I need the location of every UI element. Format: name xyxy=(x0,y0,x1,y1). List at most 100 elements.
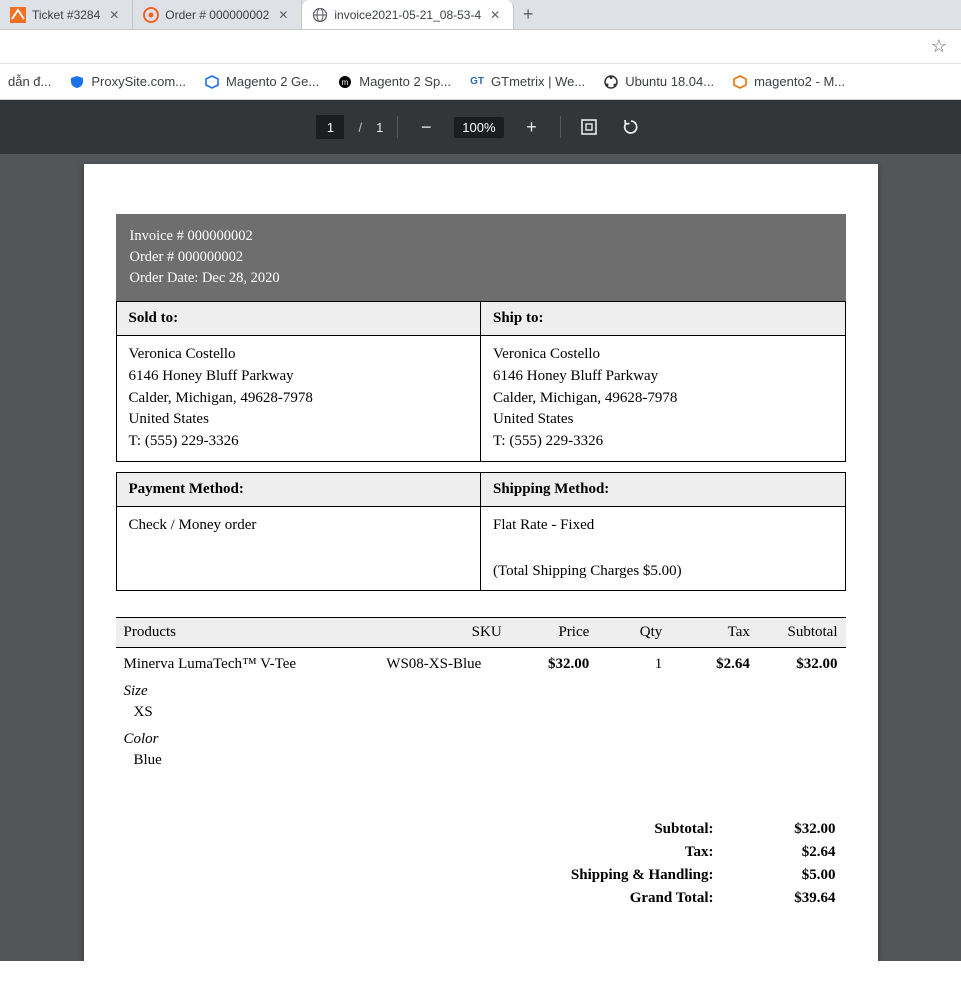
line-sku: WS08-XS-Blue xyxy=(378,648,509,778)
addr-city: Calder, Michigan, 49628-7978 xyxy=(129,388,469,410)
page-separator: / xyxy=(358,120,362,135)
ship-to-heading: Ship to: xyxy=(481,302,846,336)
line-qty: 1 xyxy=(597,648,670,778)
bookmark-label: Ubuntu 18.04... xyxy=(625,74,714,89)
addr-phone: T: (555) 229-3326 xyxy=(129,431,469,453)
pdf-toolbar: / 1 − 100% + xyxy=(0,100,961,154)
pdf-page: Invoice # 000000002 Order # 000000002 Or… xyxy=(84,164,878,961)
sold-to-heading: Sold to: xyxy=(116,302,481,336)
line-tax: $2.64 xyxy=(670,648,758,778)
bookmark-label: Magento 2 Sp... xyxy=(359,74,451,89)
dot-icon: m xyxy=(337,74,353,90)
line-items-table: Products SKU Price Qty Tax Subtotal Mine… xyxy=(116,617,846,777)
zoom-out-button[interactable]: − xyxy=(412,113,440,141)
line-subtotal: $32.00 xyxy=(758,648,846,778)
addr-phone: T: (555) 229-3326 xyxy=(493,431,833,453)
bookmark-item[interactable]: Magento 2 Ge... xyxy=(204,74,319,90)
shipping-method: Flat Rate - Fixed xyxy=(493,515,833,537)
svg-text:m: m xyxy=(342,78,349,87)
new-tab-button[interactable]: + xyxy=(514,0,542,29)
address-table: Sold to: Ship to: Veronica Costello 6146… xyxy=(116,301,846,462)
sold-to-address: Veronica Costello 6146 Honey Bluff Parkw… xyxy=(116,336,481,462)
bookmark-star-icon[interactable]: ☆ xyxy=(931,36,947,57)
order-date: Order Date: Dec 28, 2020 xyxy=(130,268,832,289)
rotate-button[interactable] xyxy=(617,113,645,141)
shipping-method-cell: Flat Rate - Fixed (Total Shipping Charge… xyxy=(481,506,846,591)
tab-label: Ticket #3284 xyxy=(32,8,100,22)
line-opt-value: XS xyxy=(134,704,371,721)
bookmark-item[interactable]: Ubuntu 18.04... xyxy=(603,74,714,90)
close-icon[interactable]: ✕ xyxy=(106,7,122,23)
line-opt-value: Blue xyxy=(134,752,371,769)
browser-toolbar: ☆ xyxy=(0,30,961,64)
pdf-viewer[interactable]: Invoice # 000000002 Order # 000000002 Or… xyxy=(0,154,961,961)
gt-icon: GT xyxy=(469,74,485,90)
grand-total-value: $39.64 xyxy=(724,888,844,909)
bookmarks-bar: dẫn đ... ProxySite.com... Magento 2 Ge..… xyxy=(0,64,961,100)
shipping-label: Shipping & Handling: xyxy=(118,865,722,886)
line-product: Minerva LumaTech™ V-Tee xyxy=(124,656,371,673)
ship-to-address: Veronica Costello 6146 Honey Bluff Parkw… xyxy=(481,336,846,462)
subtotal-value: $32.00 xyxy=(724,819,844,840)
tab-label: Order # 000000002 xyxy=(165,8,269,22)
bookmark-item[interactable]: GT GTmetrix | We... xyxy=(469,74,585,90)
tax-value: $2.64 xyxy=(724,842,844,863)
hex-icon xyxy=(732,74,748,90)
addr-name: Veronica Costello xyxy=(129,344,469,366)
close-icon[interactable]: ✕ xyxy=(487,7,503,23)
bookmark-label: magento2 - M... xyxy=(754,74,845,89)
shipping-heading: Shipping Method: xyxy=(481,472,846,506)
invoice-header: Invoice # 000000002 Order # 000000002 Or… xyxy=(116,214,846,301)
col-products: Products xyxy=(116,618,379,648)
browser-tab-0[interactable]: Ticket #3284 ✕ xyxy=(0,0,133,29)
invoice-number: Invoice # 000000002 xyxy=(130,226,832,247)
bottom-strip xyxy=(0,961,961,991)
col-tax: Tax xyxy=(670,618,758,648)
favicon-icon xyxy=(143,7,159,23)
addr-country: United States xyxy=(129,409,469,431)
bookmark-label: dẫn đ... xyxy=(8,74,51,89)
shield-icon xyxy=(69,74,85,90)
bookmark-item[interactable]: ProxySite.com... xyxy=(69,74,186,90)
zoom-in-button[interactable]: + xyxy=(518,113,546,141)
order-number: Order # 000000002 xyxy=(130,247,832,268)
table-row: Minerva LumaTech™ V-Tee Size XS Color Bl… xyxy=(116,648,846,778)
col-price: Price xyxy=(510,618,598,648)
divider xyxy=(397,116,398,138)
hex-icon xyxy=(204,74,220,90)
close-icon[interactable]: ✕ xyxy=(275,7,291,23)
browser-tabstrip: Ticket #3284 ✕ Order # 000000002 ✕ invoi… xyxy=(0,0,961,30)
bookmark-item[interactable]: magento2 - M... xyxy=(732,74,845,90)
payment-heading: Payment Method: xyxy=(116,472,481,506)
browser-tab-2[interactable]: invoice2021-05-21_08-53-4 ✕ xyxy=(302,0,514,29)
fit-page-button[interactable] xyxy=(575,113,603,141)
divider xyxy=(560,116,561,138)
methods-table: Payment Method: Shipping Method: Check /… xyxy=(116,472,846,592)
subtotal-label: Subtotal: xyxy=(118,819,722,840)
shipping-value: $5.00 xyxy=(724,865,844,886)
addr-street: 6146 Honey Bluff Parkway xyxy=(129,366,469,388)
zoom-level: 100% xyxy=(454,117,503,138)
page-current-input[interactable] xyxy=(316,115,344,139)
bookmark-item[interactable]: m Magento 2 Sp... xyxy=(337,74,451,90)
line-price: $32.00 xyxy=(510,648,598,778)
tax-label: Tax: xyxy=(118,842,722,863)
col-subtotal: Subtotal xyxy=(758,618,846,648)
addr-country: United States xyxy=(493,409,833,431)
shipping-charges: (Total Shipping Charges $5.00) xyxy=(493,561,833,583)
bookmark-label: Magento 2 Ge... xyxy=(226,74,319,89)
bookmark-label: GTmetrix | We... xyxy=(491,74,585,89)
col-sku: SKU xyxy=(378,618,509,648)
addr-street: 6146 Honey Bluff Parkway xyxy=(493,366,833,388)
col-qty: Qty xyxy=(597,618,670,648)
page-total: 1 xyxy=(376,120,383,135)
payment-method: Check / Money order xyxy=(116,506,481,591)
addr-name: Veronica Costello xyxy=(493,344,833,366)
line-opt-label: Color xyxy=(124,731,371,748)
globe-icon xyxy=(312,7,328,23)
bookmark-item[interactable]: dẫn đ... xyxy=(8,74,51,89)
line-opt-label: Size xyxy=(124,683,371,700)
favicon-icon xyxy=(10,7,26,23)
browser-tab-1[interactable]: Order # 000000002 ✕ xyxy=(133,0,302,29)
bookmark-label: ProxySite.com... xyxy=(91,74,186,89)
